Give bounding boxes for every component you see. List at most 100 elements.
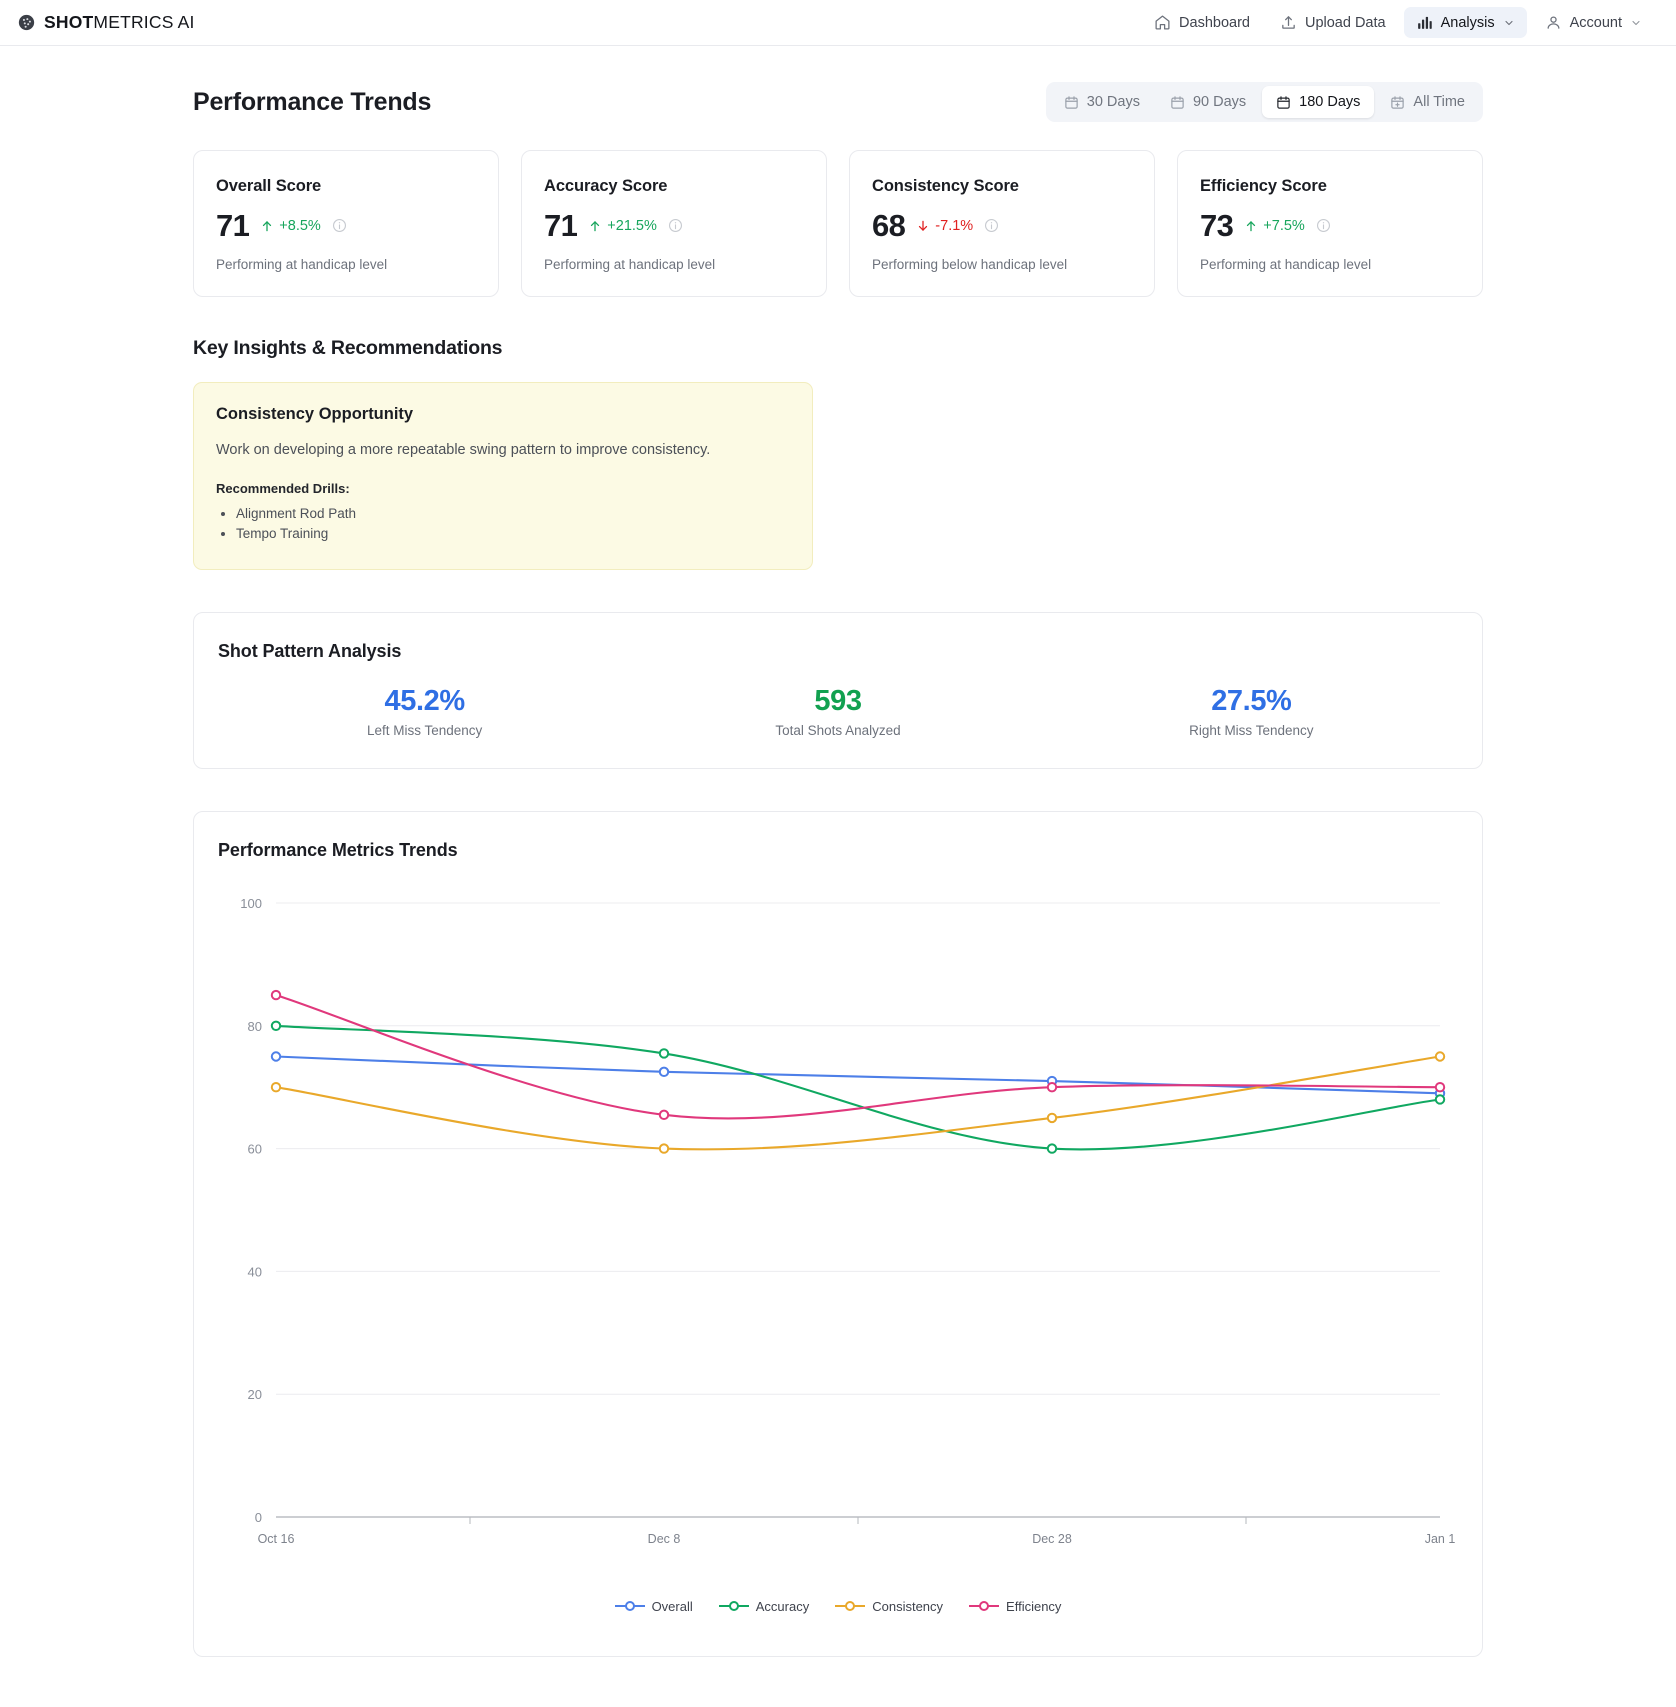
- legend-item-consistency[interactable]: Consistency: [835, 1599, 943, 1614]
- chart-data-point[interactable]: [1046, 1112, 1058, 1124]
- chart-series-line-efficiency: [274, 994, 1442, 1120]
- insights-section-title: Key Insights & Recommendations: [193, 337, 503, 359]
- nav-item-dashboard-label: Dashboard: [1179, 14, 1250, 31]
- score-card-consistency-title: Consistency Score: [872, 177, 1019, 195]
- nav-item-analysis-label: Analysis: [1440, 14, 1495, 31]
- y-axis-tick-label: 20: [248, 1387, 262, 1402]
- range-button-180-days[interactable]: 180 Days: [1262, 86, 1375, 118]
- chart-data-point[interactable]: [658, 1109, 670, 1120]
- score-card-efficiency-value: 73: [1200, 208, 1234, 243]
- chevron-down-icon: [1632, 20, 1640, 25]
- score-card-accuracy-note: Performing at handicap level: [544, 257, 716, 272]
- range-button-30-days-label: 30 Days: [1086, 94, 1140, 110]
- score-card-consistency-value: 68: [872, 208, 906, 243]
- chart-data-point[interactable]: [270, 1020, 282, 1031]
- insight-card-consistency-opportunity: Consistency Opportunity Work on developi…: [193, 382, 813, 570]
- score-card-accuracy-value: 71: [544, 208, 578, 243]
- chart-series-line-overall: [274, 1055, 1442, 1095]
- chart-data-point[interactable]: [270, 1081, 282, 1093]
- recommended-drills-label: Recommended Drills:: [216, 481, 350, 497]
- score-card-consistency-row: 68 -7.1%: [872, 210, 1132, 241]
- y-axis-tick-label: 0: [255, 1510, 262, 1525]
- score-card-overall-note: Performing at handicap level: [216, 257, 388, 272]
- legend-item-label: Overall: [651, 1598, 693, 1614]
- date-range-selector: 30 Days 90 Days 180 Days All Time: [1045, 82, 1483, 122]
- line-chart-svg: 0 20 40 60 80 100 Oct 16 Dec 8 Dec 28 Jan 1: [240, 896, 1455, 1546]
- top-navigation-bar: SHOTMETRICS AI Dashboard Upload Data Ana…: [0, 0, 1676, 46]
- info-icon[interactable]: [1316, 218, 1331, 233]
- score-card-accuracy-delta: +21.5%: [588, 218, 657, 234]
- chart-data-point[interactable]: [658, 1048, 670, 1059]
- range-button-90-days-label: 90 Days: [1192, 94, 1247, 110]
- chart-data-point[interactable]: [658, 1143, 670, 1154]
- bar-chart-icon: [1417, 16, 1432, 29]
- score-card-accuracy-title: Accuracy Score: [544, 177, 668, 195]
- score-card-efficiency-delta-value: +7.5%: [1263, 217, 1305, 234]
- stat-total-shots-analyzed-value: 593: [814, 684, 862, 717]
- chart-data-point[interactable]: [270, 1051, 282, 1062]
- score-card-efficiency-note: Performing at handicap level: [1200, 257, 1372, 272]
- nav-item-account[interactable]: Account: [1533, 7, 1654, 38]
- score-cards: Overall Score 71 +8.5% Performing at han…: [193, 150, 1483, 297]
- stat-right-miss-tendency-label: Right Miss Tendency: [1189, 722, 1314, 738]
- calendar-icon: [1277, 95, 1290, 109]
- chart-data-point[interactable]: [1046, 1143, 1058, 1154]
- shot-pattern-stats: 45.2% Left Miss Tendency 593 Total Shots…: [218, 684, 1458, 738]
- score-card-consistency: Consistency Score 68 -7.1% Performing be…: [849, 150, 1155, 297]
- legend-item-accuracy[interactable]: Accuracy: [718, 1599, 809, 1614]
- score-card-efficiency-row: 73 +7.5%: [1200, 210, 1460, 241]
- score-card-accuracy: Accuracy Score 71 +21.5% Performing at h…: [521, 150, 827, 297]
- chart-data-point[interactable]: [1434, 1094, 1446, 1105]
- arrow-up-icon: [263, 220, 272, 231]
- legend-item-overall[interactable]: Overall: [614, 1598, 693, 1614]
- list-item: Tempo Training: [236, 524, 788, 544]
- page-header: Performance Trends 30 Days 90 Days 180 D…: [193, 82, 1483, 122]
- recommended-drills-list: Alignment Rod Path Tempo Training: [216, 504, 788, 545]
- x-axis-tick-label: Oct 16: [258, 1532, 295, 1546]
- chart-data-point[interactable]: [1434, 1081, 1446, 1093]
- x-axis-tick-label: Dec 28: [1032, 1532, 1072, 1546]
- score-card-overall-value: 71: [216, 208, 250, 243]
- score-card-accuracy-delta-value: +21.5%: [607, 217, 657, 234]
- shot-pattern-title: Shot Pattern Analysis: [218, 640, 402, 661]
- range-button-90-days[interactable]: 90 Days: [1156, 86, 1260, 118]
- stat-left-miss-tendency-value: 45.2%: [384, 684, 466, 717]
- chevron-down-icon: [1505, 20, 1513, 25]
- y-axis-tick-label: 40: [248, 1264, 262, 1279]
- chart-data-point[interactable]: [270, 989, 282, 1001]
- upload-icon: [1282, 16, 1295, 29]
- stat-total-shots-analyzed: 593 Total Shots Analyzed: [631, 684, 1044, 738]
- score-card-overall: Overall Score 71 +8.5% Performing at han…: [193, 150, 499, 297]
- list-item: Alignment Rod Path: [236, 504, 788, 524]
- legend-item-label: Efficiency: [1006, 1598, 1062, 1614]
- chart-plot-area: 0 20 40 60 80 100 Oct 16 Dec 8 Dec 28 Jan 1: [218, 885, 1458, 1585]
- chart-series-line-consistency: [274, 1055, 1442, 1151]
- info-icon[interactable]: [668, 218, 683, 233]
- score-card-efficiency-title: Efficiency Score: [1200, 177, 1327, 195]
- home-icon: [1155, 15, 1170, 30]
- nav-item-analysis[interactable]: Analysis: [1403, 7, 1527, 38]
- nav-item-upload-data[interactable]: Upload Data: [1268, 7, 1398, 38]
- legend-marker-icon: [969, 1601, 1000, 1612]
- brand-logo[interactable]: SHOTMETRICS AI: [18, 12, 195, 33]
- info-icon[interactable]: [984, 218, 999, 233]
- stat-right-miss-tendency-value: 27.5%: [1211, 684, 1292, 717]
- chart-data-point[interactable]: [1046, 1081, 1058, 1093]
- nav-item-upload-data-label: Upload Data: [1304, 14, 1386, 31]
- chart-data-point[interactable]: [658, 1066, 670, 1078]
- range-button-30-days[interactable]: 30 Days: [1050, 86, 1154, 118]
- score-card-overall-row: 71 +8.5%: [216, 210, 476, 241]
- legend-item-efficiency[interactable]: Efficiency: [969, 1599, 1061, 1614]
- y-axis-tick-label: 100: [240, 896, 262, 911]
- performance-trends-chart-panel: Performance Metrics Trends 0 20 40 60 80 100 O…: [193, 810, 1483, 1657]
- chart-data-point[interactable]: [1434, 1051, 1446, 1062]
- chart-legend: Overall Accuracy Consistency Efficiency: [218, 1585, 1458, 1636]
- page-content: Performance Trends 30 Days 90 Days 180 D…: [0, 46, 1676, 1657]
- calendar-icon: [1065, 95, 1078, 109]
- page-title: Performance Trends: [193, 87, 432, 116]
- nav-item-dashboard[interactable]: Dashboard: [1142, 7, 1262, 38]
- range-button-all-time[interactable]: All Time: [1376, 86, 1479, 118]
- user-icon: [1547, 16, 1560, 29]
- score-card-consistency-delta: -7.1%: [916, 218, 973, 234]
- info-icon[interactable]: [332, 218, 347, 233]
